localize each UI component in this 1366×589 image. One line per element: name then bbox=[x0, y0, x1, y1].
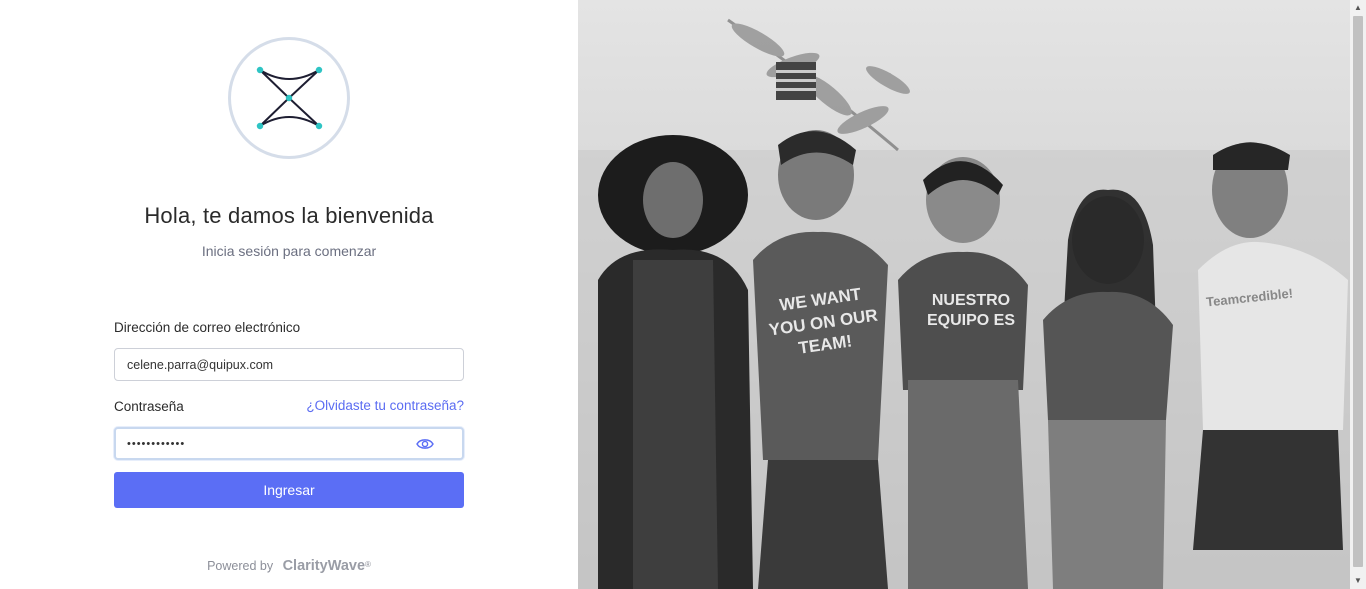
shirt-text-line-5: EQUIPO ES bbox=[927, 312, 1015, 329]
email-label: Dirección de correo electrónico bbox=[114, 320, 301, 335]
brand-registered-mark: ® bbox=[365, 560, 371, 569]
email-field-box[interactable] bbox=[114, 348, 464, 381]
login-page: Hola, te damos la bienvenida Inicia sesi… bbox=[0, 0, 1366, 589]
page-scrollbar[interactable]: ▲ ▼ bbox=[1350, 0, 1366, 589]
powered-by-footer: Powered by ClarityWave® bbox=[0, 558, 578, 574]
login-submit-button[interactable]: Ingresar bbox=[114, 472, 464, 508]
eye-icon[interactable] bbox=[416, 437, 434, 451]
team-photo-illustration: WE WANT YOU ON OUR TEAM! NUESTRO EQUIPO … bbox=[578, 0, 1350, 589]
password-label: Contraseña bbox=[114, 399, 184, 414]
login-panel: Hola, te damos la bienvenida Inicia sesi… bbox=[0, 0, 578, 589]
password-input[interactable] bbox=[127, 429, 417, 458]
shirt-text-line-4: NUESTRO bbox=[932, 292, 1010, 309]
brand-name: ClarityWave bbox=[282, 558, 366, 574]
x-logo-icon bbox=[228, 37, 350, 159]
powered-by-text: Powered by bbox=[207, 559, 274, 573]
chevron-up-icon[interactable]: ▲ bbox=[1350, 0, 1366, 16]
person-1 bbox=[598, 135, 753, 589]
scrollbar-thumb[interactable] bbox=[1353, 16, 1363, 567]
welcome-subtitle: Inicia sesión para comenzar bbox=[201, 243, 377, 259]
chevron-down-icon[interactable]: ▼ bbox=[1350, 573, 1366, 589]
email-input[interactable] bbox=[127, 349, 417, 380]
password-field-box[interactable] bbox=[114, 427, 464, 460]
team-photo: WE WANT YOU ON OUR TEAM! NUESTRO EQUIPO … bbox=[578, 0, 1350, 589]
forgot-password-link[interactable]: ¿Olvidaste tu contraseña? bbox=[306, 398, 464, 413]
welcome-title: Hola, te damos la bienvenida bbox=[144, 203, 434, 228]
